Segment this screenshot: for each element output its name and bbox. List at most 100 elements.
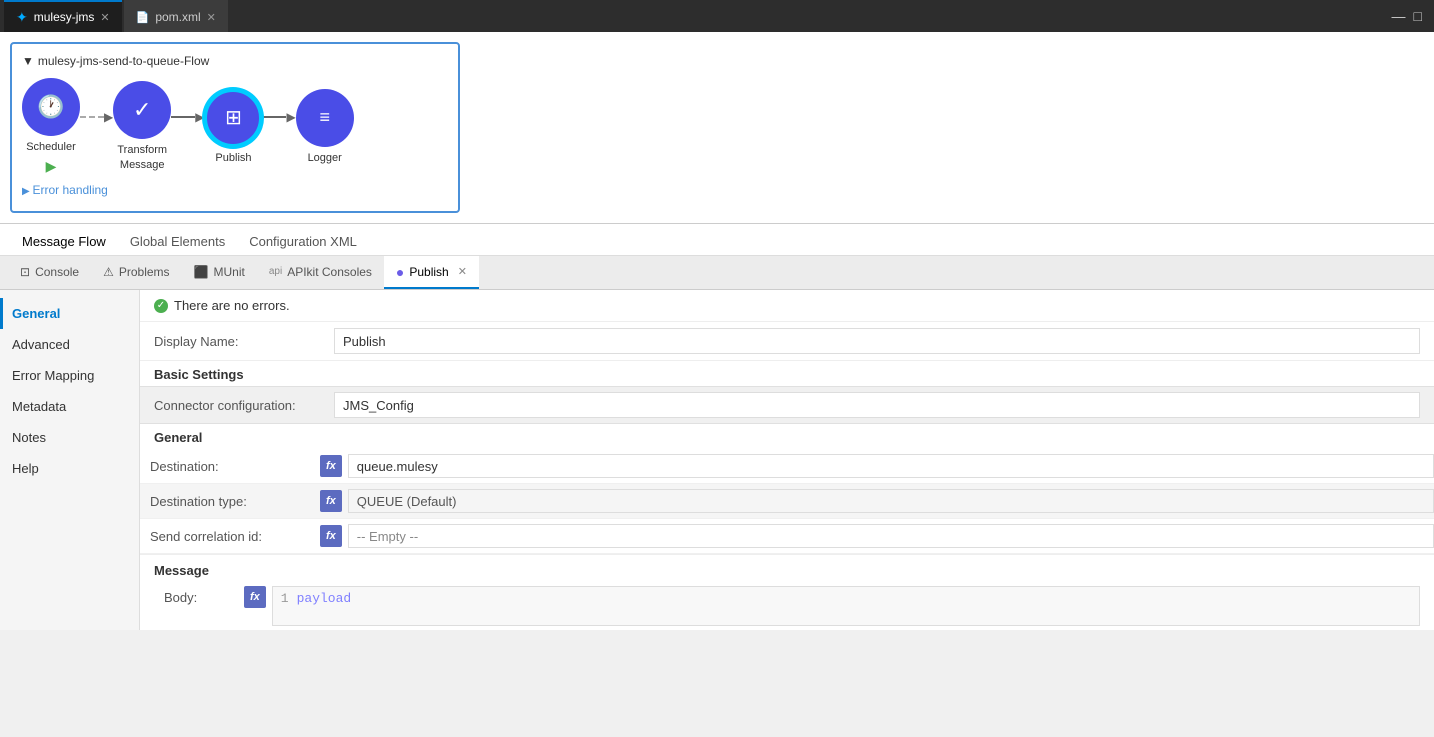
publish-circle: ⊞ <box>204 89 262 147</box>
flow-title-text: mulesy-jms-send-to-queue-Flow <box>38 54 209 68</box>
body-code-value: payload <box>297 591 352 606</box>
arrow-1: ▶ <box>80 110 113 124</box>
logger-circle: ≡ <box>296 89 354 147</box>
arrow-3: ▶ <box>262 110 295 124</box>
display-name-row: Display Name: <box>140 322 1434 361</box>
xml-icon: 📄 <box>136 11 150 24</box>
munit-icon: ⬛ <box>194 265 209 279</box>
problems-icon: ⚠ <box>103 265 114 279</box>
scheduler-circle: 🕐 <box>22 78 80 136</box>
display-name-input[interactable] <box>334 328 1420 354</box>
correlation-id-input[interactable] <box>348 524 1434 548</box>
display-name-label: Display Name: <box>154 334 334 349</box>
tab-mulesyjms[interactable]: ✦ mulesy-jms ✕ <box>4 0 122 32</box>
minimize-button[interactable]: — <box>1392 8 1406 24</box>
scheduler-icon: 🕐 <box>37 94 64 120</box>
main-split: General Advanced Error Mapping Metadata … <box>0 290 1434 630</box>
body-row: Body: fx 1 payload <box>140 582 1434 630</box>
connector-config-label: Connector configuration: <box>154 398 334 413</box>
left-sidebar: General Advanced Error Mapping Metadata … <box>0 290 140 630</box>
scheduler-label: Scheduler <box>26 140 76 154</box>
node-transform[interactable]: ✓ Transform Message <box>113 81 171 172</box>
close-pomxml-icon[interactable]: ✕ <box>207 11 216 24</box>
publish-icon: ⊞ <box>225 105 242 130</box>
publish-label: Publish <box>215 151 251 165</box>
general-section-header: General <box>140 424 1434 449</box>
subnav-configxml[interactable]: Configuration XML <box>237 230 369 255</box>
top-tab-bar: ✦ mulesy-jms ✕ 📄 pom.xml ✕ — □ <box>0 0 1434 32</box>
sidebar-item-help[interactable]: Help <box>0 453 139 484</box>
destination-label: Destination: <box>140 459 320 474</box>
tab-publish-label: Publish <box>409 265 448 279</box>
destination-fx-button[interactable]: fx <box>320 455 342 477</box>
transform-circle: ✓ <box>113 81 171 139</box>
flow-title: ▼ mulesy-jms-send-to-queue-Flow <box>22 54 444 68</box>
flow-container: ▼ mulesy-jms-send-to-queue-Flow 🕐 Schedu… <box>10 42 460 213</box>
correlation-id-row: Send correlation id: fx <box>140 519 1434 554</box>
mule-icon: ✦ <box>16 9 28 26</box>
green-check-icon: ✓ <box>154 299 168 313</box>
tab-console[interactable]: ⊡ Console <box>8 256 91 289</box>
sidebar-item-errormapping[interactable]: Error Mapping <box>0 360 139 391</box>
close-mulesyjms-icon[interactable]: ✕ <box>100 11 109 24</box>
tab-problems-label: Problems <box>119 265 170 279</box>
destination-type-label: Destination type: <box>140 494 320 509</box>
logger-icon: ≡ <box>319 107 330 128</box>
sidebar-item-general[interactable]: General <box>0 298 139 329</box>
tab-problems[interactable]: ⚠ Problems <box>91 256 181 289</box>
node-scheduler[interactable]: 🕐 Scheduler ▶ <box>22 78 80 175</box>
subnav-messageflow[interactable]: Message Flow <box>10 230 118 255</box>
error-handling[interactable]: Error handling <box>22 183 444 197</box>
transform-icon: ✓ <box>133 97 151 123</box>
tab-apikit[interactable]: api APIkit Consoles <box>257 256 384 289</box>
tab-apikit-label: APIkit Consoles <box>287 265 372 279</box>
tab-mulesyjms-label: mulesy-jms <box>34 10 95 24</box>
sidebar-item-notes[interactable]: Notes <box>0 422 139 453</box>
sidebar-item-advanced[interactable]: Advanced <box>0 329 139 360</box>
transform-label: Transform Message <box>117 143 167 172</box>
tab-munit[interactable]: ⬛ MUnit <box>182 256 257 289</box>
body-line-number: 1 <box>281 591 289 606</box>
no-errors-banner: ✓ There are no errors. <box>140 290 1434 322</box>
tab-console-label: Console <box>35 265 79 279</box>
window-controls: — □ <box>1392 8 1430 24</box>
canvas-area: ▼ mulesy-jms-send-to-queue-Flow 🕐 Schedu… <box>0 32 1434 224</box>
body-code-area[interactable]: 1 payload <box>272 586 1420 626</box>
tab-publish[interactable]: ● Publish ✕ <box>384 256 479 289</box>
scheduler-sublabel: ▶ <box>46 158 57 175</box>
connector-config-row: Connector configuration: <box>140 386 1434 424</box>
publish-tab-icon: ● <box>396 264 404 280</box>
no-errors-text: There are no errors. <box>174 298 290 313</box>
apikit-icon: api <box>269 266 282 277</box>
tab-munit-label: MUnit <box>214 265 245 279</box>
tab-pomxml[interactable]: 📄 pom.xml ✕ <box>124 0 228 32</box>
bottom-panel: ⊡ Console ⚠ Problems ⬛ MUnit api APIkit … <box>0 256 1434 630</box>
logger-label: Logger <box>308 151 342 165</box>
sub-nav: Message Flow Global Elements Configurati… <box>0 224 1434 256</box>
connector-config-input[interactable] <box>334 392 1420 418</box>
flow-collapse-icon[interactable]: ▼ <box>22 54 34 68</box>
tab-pomxml-label: pom.xml <box>155 10 200 24</box>
destination-type-row: Destination type: fx <box>140 484 1434 519</box>
body-label: Body: <box>154 586 244 605</box>
destination-row: Destination: fx <box>140 449 1434 484</box>
console-icon: ⊡ <box>20 265 30 279</box>
sidebar-item-metadata[interactable]: Metadata <box>0 391 139 422</box>
maximize-button[interactable]: □ <box>1414 8 1422 24</box>
node-logger[interactable]: ≡ Logger <box>296 89 354 165</box>
flow-nodes: 🕐 Scheduler ▶ ▶ ✓ Transform Message ▶ <box>22 78 444 175</box>
destination-type-input[interactable] <box>348 489 1434 513</box>
bottom-tabs: ⊡ Console ⚠ Problems ⬛ MUnit api APIkit … <box>0 256 1434 290</box>
arrow-2: ▶ <box>171 110 204 124</box>
correlation-id-label: Send correlation id: <box>140 529 320 544</box>
destination-input[interactable] <box>348 454 1434 478</box>
correlation-id-fx-button[interactable]: fx <box>320 525 342 547</box>
message-section-header: Message <box>140 554 1434 582</box>
basic-settings-header: Basic Settings <box>140 361 1434 386</box>
body-fx-button[interactable]: fx <box>244 586 266 608</box>
close-publish-tab-icon[interactable]: ✕ <box>458 265 467 278</box>
destination-type-fx-button[interactable]: fx <box>320 490 342 512</box>
right-content: ✓ There are no errors. Display Name: Bas… <box>140 290 1434 630</box>
subnav-globalelements[interactable]: Global Elements <box>118 230 237 255</box>
node-publish[interactable]: ⊞ Publish <box>204 89 262 165</box>
